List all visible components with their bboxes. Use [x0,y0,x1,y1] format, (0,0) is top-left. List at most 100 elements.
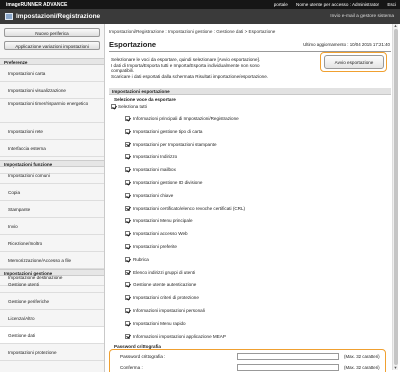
new-device-button[interactable]: Nuovo periferica [4,28,100,37]
check-icon [126,141,131,148]
export-item-label: Impostazioni gestione tipo di carta [133,128,203,134]
export-item-checkbox[interactable] [125,231,131,237]
export-item-checkbox[interactable] [125,192,131,199]
select-all-checkbox[interactable] [111,104,117,110]
export-item-checkbox[interactable] [125,205,131,212]
title-bar: Impostazioni/Registrazione Invio e-mail … [0,9,400,24]
export-item-label: Impostazioni per Impostazioni stampante [133,141,217,147]
user-bar: portale Nome utente per accesso : Admini… [267,2,396,7]
export-item-checkbox[interactable] [125,154,131,160]
apply-changes-button[interactable]: Applicazione variazioni impostazioni [4,41,100,50]
export-item-checkbox[interactable] [125,282,131,288]
sidebar-item-devices[interactable]: Gestione periferiche [0,293,104,310]
check-icon [126,154,131,160]
export-item-checkbox[interactable] [125,269,131,276]
select-all-label: Seleziona tutti [118,104,147,109]
export-item-label: Impostazioni accesso Web [133,231,188,237]
start-export-button[interactable]: Avvio esportazione [324,55,384,69]
portal-link[interactable]: portale [274,2,288,7]
breadcrumb: Impostazioni/Registrazione : Impostazion… [109,29,276,34]
export-item-label: Informazioni impostazioni applicazione M… [133,333,226,339]
confirm-row: Conferma : (Max. 32 caratteri) [114,363,384,372]
confirm-input[interactable] [237,364,339,371]
export-item-checkbox[interactable] [125,256,131,263]
page-title: Esportazione [109,40,157,49]
sidebar: Nuovo periferica Applicazione variazioni… [0,24,105,372]
check-icon [126,231,131,237]
confirm-label: Conferma : [120,365,143,370]
export-item-checkbox[interactable] [125,333,131,340]
export-item-label: Impostazioni Menu rapido [133,320,186,326]
check-icon [126,295,131,301]
sidebar-item-display[interactable]: Impostazioni visualizzazione [0,82,104,99]
check-icon [126,321,131,327]
export-item-checkbox[interactable] [125,180,131,186]
export-item-checkbox[interactable] [125,218,131,224]
export-item-checkbox[interactable] [125,141,131,148]
scroll-up-icon[interactable]: ▲ [394,24,398,28]
sidebar-item-send[interactable]: Invio [0,218,104,235]
scroll-thumb[interactable] [394,29,398,365]
export-item-label: Informazioni principali di Impostazioni/… [133,116,239,121]
check-icon [126,218,131,224]
export-item-checkbox[interactable] [125,128,131,135]
scrollbar[interactable]: ▲ ▼ [392,24,398,370]
select-items-heading: Selezione voce da esportare [114,97,176,102]
export-item-label: Elenco indirizzi gruppi di utenti [133,269,196,275]
scroll-down-icon[interactable]: ▼ [394,366,398,370]
check-icon [126,282,131,288]
export-item-label: Informazioni impostazioni personali [133,308,205,313]
main-content: Impostazioni/Registrazione : Impostazion… [105,24,400,372]
check-icon [126,193,131,199]
password-input[interactable] [237,353,339,360]
export-item-checkbox[interactable] [125,295,131,301]
settings-folder-icon [5,13,13,20]
sidebar-item-users[interactable]: Gestione utenti [0,276,104,293]
sidebar-item-printer[interactable]: Stampante [0,201,104,218]
sidebar-item-security[interactable]: Impostazioni protezione [0,344,104,361]
sidebar-item-file-access[interactable]: Memorizzazione/Accesso a file [0,252,104,269]
brand-label: imageRUNNER ADVANCE [6,2,68,8]
export-item-checkbox[interactable] [125,308,131,314]
export-item-label: Gestione utente autenticazione [133,282,197,288]
export-item-checkbox[interactable] [125,244,131,250]
check-icon [126,269,131,276]
export-item-label: Rubrica [133,256,149,262]
description: Selezionare le voci da esportare, quindi… [111,57,321,79]
export-item-checkbox[interactable] [125,167,131,173]
password-label: Password crittografia : [120,354,166,359]
sidebar-item-data-management[interactable]: Gestione dati [0,327,104,344]
export-item-label: Impostazioni chiave [133,192,174,198]
last-updated: Ultimo aggiornamento : 10/04 2015 17:21:… [303,42,390,47]
check-icon [126,257,131,263]
check-icon [126,167,131,173]
check-icon [126,116,131,122]
export-item-checkbox[interactable] [125,320,131,327]
send-email-link[interactable]: Invio e-mail a gestore sistema [330,14,394,19]
export-item-label: Impostazioni mailbox [133,167,176,173]
sidebar-item-paper[interactable]: Impostazioni carta [0,65,104,82]
sidebar-item-copy[interactable]: Copia [0,184,104,201]
user-label: Nome utente per accesso : Administrator [296,2,380,7]
sidebar-section-management: Impostazioni gestione [0,269,104,276]
check-icon [126,333,131,340]
export-settings-header: Impostazioni esportazione [109,88,391,95]
export-item-label: Impostazioni certificato/elenco revoche … [133,205,246,211]
confirm-max-note: (Max. 32 caratteri) [344,365,380,370]
export-item-checkbox[interactable] [125,116,131,122]
check-icon [126,205,131,212]
description-line: Scaricare i dati esportati dalla scherma… [111,73,269,79]
sidebar-section-functions: Impostazioni funzione [0,160,104,167]
check-icon [126,244,131,250]
sidebar-item-network[interactable]: Impostazioni rete [0,123,104,140]
sidebar-item-license[interactable]: Licenza/Altro [0,310,104,327]
sidebar-item-receive[interactable]: Ricezione/Inoltro [0,235,104,252]
sidebar-item-timer[interactable]: Impostazioni timer/risparmio energetico [0,99,104,123]
sidebar-item-external-interface[interactable]: Interfaccia esterna [0,140,104,157]
export-item-label: Impostazioni preferite [133,244,177,249]
password-max-note: (Max. 32 caratteri) [344,354,380,359]
top-bar: imageRUNNER ADVANCE portale Nome utente … [0,0,400,9]
sidebar-item-common[interactable]: Impostazioni comuni [0,167,104,184]
check-icon [112,104,117,110]
logout-link[interactable]: Esci [387,2,396,7]
